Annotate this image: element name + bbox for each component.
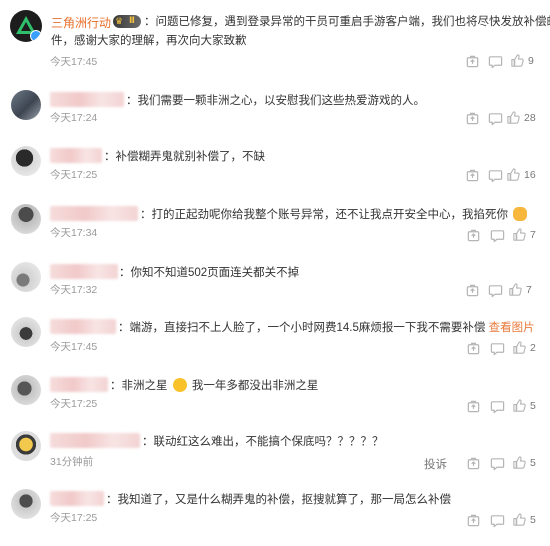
comment-item: ：我知道了，又是什么糊弄鬼的补偿，抠搜就算了，那一局怎么补偿 今天17:25 5 (0, 489, 550, 546)
like-icon[interactable] (506, 110, 521, 125)
username-blurred (50, 319, 116, 334)
share-icon[interactable] (466, 399, 481, 414)
like-icon[interactable] (512, 227, 527, 242)
comment-icon[interactable] (488, 283, 503, 298)
level-badge: ♛ Ⅱ (113, 15, 141, 28)
comment-icon[interactable] (490, 513, 505, 528)
like-count: 2 (530, 342, 536, 354)
comment-text: ：问题已修复，遇到登录异常的干员可重启手游客户端，我们也将尽快发放补偿邮 (144, 16, 550, 28)
username-blurred (50, 92, 124, 107)
comment-item: 三角洲行动 ♛ Ⅱ ：问题已修复，遇到登录异常的干员可重启手游客户端，我们也将尽… (0, 9, 550, 71)
share-icon[interactable] (465, 168, 480, 183)
avatar[interactable] (11, 204, 41, 234)
avatar[interactable] (11, 90, 41, 120)
like-count: 9 (528, 55, 534, 67)
avatar[interactable] (11, 489, 41, 519)
comment-item: ：端游，直接扫不上人脸了，一个小时网费14.5麻烦报一下我不需要补偿 查看图片 … (0, 317, 550, 374)
comment-item: ：补偿糊弄鬼就别补偿了，不缺 今天17:25 16 (0, 146, 550, 203)
comment-time: 今天17:25 (50, 169, 98, 181)
like-count: 16 (524, 169, 536, 181)
comment-item: ：打的正起劲呢你给我整个账号异常，还不让我点开安全中心，我掐死你 今天17:34… (0, 204, 550, 261)
share-icon[interactable] (466, 228, 481, 243)
like-icon[interactable] (512, 398, 527, 413)
comment-text: ：你知不知道502页面连关都关不掉 (119, 267, 300, 279)
comment-time: 今天17:25 (50, 512, 98, 524)
username-blurred (50, 206, 138, 221)
like-icon[interactable] (512, 340, 527, 355)
comment-time: 今天17:45 (50, 56, 98, 68)
comment-text: ：端游，直接扫不上人脸了，一个小时网费14.5麻烦报一下我不需要补偿 查看图片 (118, 322, 535, 334)
comment-text: ：补偿糊弄鬼就别补偿了，不缺 (104, 151, 265, 163)
comment-text: ：联动红这么难出，不能搞个保底吗？？？？？ (142, 436, 384, 448)
like-count: 5 (530, 514, 536, 526)
official-name[interactable]: 三角洲行动 (51, 14, 111, 31)
comment-item: ：联动红这么难出，不能搞个保底吗？？？？？ 31分钟前 投诉 5 (0, 431, 550, 488)
smile-emoji-icon (172, 378, 187, 392)
comment-time: 今天17:32 (50, 284, 98, 296)
comment-icon[interactable] (488, 168, 503, 183)
like-count: 7 (526, 284, 532, 296)
avatar[interactable] (11, 431, 41, 461)
comment-icon[interactable] (488, 111, 503, 126)
comment-item: ：我们需要一颗非洲之心，以安慰我们这些热爱游戏的人。 今天17:24 28 (0, 90, 550, 147)
like-icon[interactable] (510, 53, 525, 68)
username-blurred (50, 491, 104, 506)
username-blurred (50, 148, 102, 163)
avatar[interactable] (11, 317, 41, 347)
comment-time: 今天17:25 (50, 398, 98, 410)
comment-item: ：你知不知道502页面连关都关不掉 今天17:32 7 (0, 262, 550, 319)
share-icon[interactable] (466, 456, 481, 471)
like-count: 7 (530, 229, 536, 241)
avatar[interactable] (11, 262, 41, 292)
avatar[interactable] (10, 10, 42, 42)
like-icon[interactable] (508, 282, 523, 297)
avatar[interactable] (11, 146, 41, 176)
share-icon[interactable] (465, 111, 480, 126)
comment-time: 今天17:34 (50, 227, 98, 239)
comment-text-line2: 件，感谢大家的理解，再次向大家致歉 (51, 35, 247, 47)
comment-icon[interactable] (488, 54, 503, 69)
comment-icon[interactable] (490, 228, 505, 243)
like-count: 5 (530, 400, 536, 412)
comment-icon[interactable] (490, 341, 505, 356)
comment-text: ：我们需要一颗非洲之心，以安慰我们这些热爱游戏的人。 (126, 95, 425, 107)
face-emoji-icon (513, 207, 528, 221)
like-count: 5 (530, 457, 536, 469)
comment-item: ：非洲之星 我一年多都没出非洲之星 今天17:25 5 (0, 375, 550, 432)
comment-text: ：非洲之星 我一年多都没出非洲之星 (110, 378, 319, 392)
like-icon[interactable] (512, 455, 527, 470)
comment-text: ：打的正起劲呢你给我整个账号异常，还不让我点开安全中心，我掐死你 (140, 206, 529, 224)
share-icon[interactable] (465, 54, 480, 69)
share-icon[interactable] (466, 341, 481, 356)
comment-time: 今天17:24 (50, 112, 98, 124)
comment-icon[interactable] (490, 399, 505, 414)
username-blurred (50, 264, 118, 279)
like-icon[interactable] (506, 167, 521, 182)
crown-icon: ♛ (115, 16, 124, 26)
like-count: 28 (524, 112, 536, 124)
comment-time: 31分钟前 (50, 456, 94, 468)
share-icon[interactable] (465, 283, 480, 298)
report-button[interactable]: 投诉 (424, 456, 447, 472)
view-image-link[interactable]: 查看图片 (489, 322, 535, 334)
comment-time: 今天17:45 (50, 341, 98, 353)
comment-text: ：我知道了，又是什么糊弄鬼的补偿，抠搜就算了，那一局怎么补偿 (106, 494, 451, 506)
comment-icon[interactable] (490, 456, 505, 471)
like-icon[interactable] (512, 512, 527, 527)
username-blurred (50, 377, 108, 392)
share-icon[interactable] (466, 513, 481, 528)
avatar[interactable] (11, 375, 41, 405)
verified-badge-icon (30, 30, 42, 42)
username-blurred (50, 433, 140, 448)
